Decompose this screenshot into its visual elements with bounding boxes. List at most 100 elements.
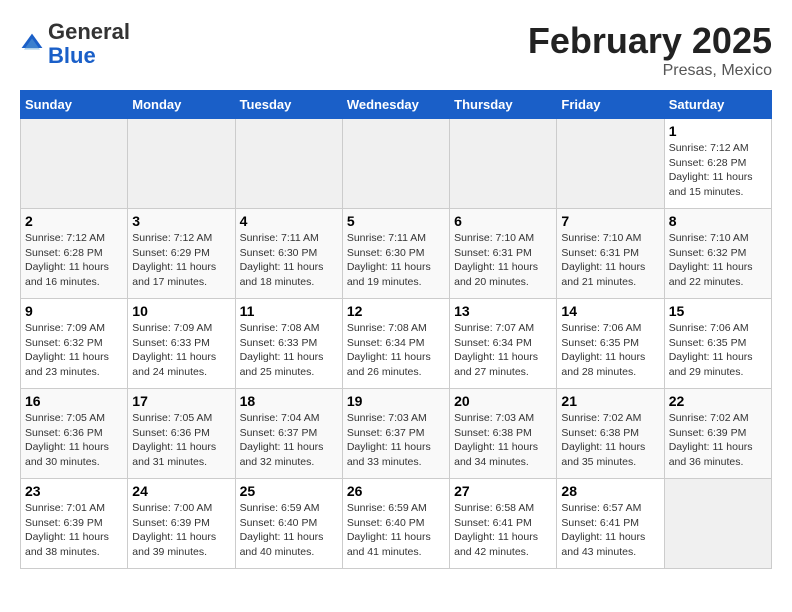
day-cell: 11 Sunrise: 7:08 AM Sunset: 6:33 PM Dayli… (235, 299, 342, 389)
page-header: General Blue February 2025 Presas, Mexic… (20, 20, 772, 80)
col-header-saturday: Saturday (664, 91, 771, 119)
title-block: February 2025 Presas, Mexico (528, 20, 772, 80)
day-cell: 22 Sunrise: 7:02 AM Sunset: 6:39 PM Dayli… (664, 389, 771, 479)
day-cell: 13 Sunrise: 7:07 AM Sunset: 6:34 PM Dayli… (450, 299, 557, 389)
week-row-1: 1 Sunrise: 7:12 AM Sunset: 6:28 PM Daylig… (21, 119, 772, 209)
day-info: Sunrise: 7:02 AM Sunset: 6:38 PM Dayligh… (561, 411, 659, 470)
day-number: 20 (454, 393, 552, 409)
day-cell: 24 Sunrise: 7:00 AM Sunset: 6:39 PM Dayli… (128, 479, 235, 569)
day-info: Sunrise: 7:00 AM Sunset: 6:39 PM Dayligh… (132, 501, 230, 560)
day-cell (235, 119, 342, 209)
day-cell: 26 Sunrise: 6:59 AM Sunset: 6:40 PM Dayli… (342, 479, 449, 569)
day-cell: 12 Sunrise: 7:08 AM Sunset: 6:34 PM Dayli… (342, 299, 449, 389)
day-number: 3 (132, 213, 230, 229)
day-info: Sunrise: 7:09 AM Sunset: 6:33 PM Dayligh… (132, 321, 230, 380)
day-number: 12 (347, 303, 445, 319)
day-info: Sunrise: 7:05 AM Sunset: 6:36 PM Dayligh… (132, 411, 230, 470)
day-info: Sunrise: 7:02 AM Sunset: 6:39 PM Dayligh… (669, 411, 767, 470)
day-info: Sunrise: 7:10 AM Sunset: 6:31 PM Dayligh… (454, 231, 552, 290)
day-number: 28 (561, 483, 659, 499)
day-cell (342, 119, 449, 209)
week-row-3: 9Sunrise: 7:09 AM Sunset: 6:32 PM Daylig… (21, 299, 772, 389)
day-cell (664, 479, 771, 569)
day-cell: 8 Sunrise: 7:10 AM Sunset: 6:32 PM Daylig… (664, 209, 771, 299)
day-number: 1 (669, 123, 767, 139)
day-number: 26 (347, 483, 445, 499)
day-info: Sunrise: 7:06 AM Sunset: 6:35 PM Dayligh… (561, 321, 659, 380)
day-number: 10 (132, 303, 230, 319)
day-info: Sunrise: 7:08 AM Sunset: 6:33 PM Dayligh… (240, 321, 338, 380)
day-cell: 28Sunrise: 6:57 AM Sunset: 6:41 PM Dayli… (557, 479, 664, 569)
calendar-subtitle: Presas, Mexico (528, 62, 772, 80)
day-cell: 25Sunrise: 6:59 AM Sunset: 6:40 PM Dayli… (235, 479, 342, 569)
day-number: 11 (240, 303, 338, 319)
col-header-wednesday: Wednesday (342, 91, 449, 119)
col-header-tuesday: Tuesday (235, 91, 342, 119)
day-cell: 1 Sunrise: 7:12 AM Sunset: 6:28 PM Daylig… (664, 119, 771, 209)
day-cell: 10 Sunrise: 7:09 AM Sunset: 6:33 PM Dayli… (128, 299, 235, 389)
day-cell: 4Sunrise: 7:11 AM Sunset: 6:30 PM Daylig… (235, 209, 342, 299)
day-info: Sunrise: 6:59 AM Sunset: 6:40 PM Dayligh… (347, 501, 445, 560)
day-info: Sunrise: 7:03 AM Sunset: 6:38 PM Dayligh… (454, 411, 552, 470)
day-cell: 15 Sunrise: 7:06 AM Sunset: 6:35 PM Dayli… (664, 299, 771, 389)
calendar-title: February 2025 (528, 20, 772, 62)
day-info: Sunrise: 7:04 AM Sunset: 6:37 PM Dayligh… (240, 411, 338, 470)
day-info: Sunrise: 7:06 AM Sunset: 6:35 PM Dayligh… (669, 321, 767, 380)
day-cell (21, 119, 128, 209)
day-info: Sunrise: 7:05 AM Sunset: 6:36 PM Dayligh… (25, 411, 123, 470)
day-number: 14 (561, 303, 659, 319)
day-cell: 21 Sunrise: 7:02 AM Sunset: 6:38 PM Dayli… (557, 389, 664, 479)
day-cell: 27Sunrise: 6:58 AM Sunset: 6:41 PM Dayli… (450, 479, 557, 569)
day-info: Sunrise: 7:01 AM Sunset: 6:39 PM Dayligh… (25, 501, 123, 560)
day-number: 7 (561, 213, 659, 229)
col-header-sunday: Sunday (21, 91, 128, 119)
day-number: 8 (669, 213, 767, 229)
day-cell (557, 119, 664, 209)
week-row-4: 16 Sunrise: 7:05 AM Sunset: 6:36 PM Dayli… (21, 389, 772, 479)
day-cell: 17 Sunrise: 7:05 AM Sunset: 6:36 PM Dayli… (128, 389, 235, 479)
day-cell (450, 119, 557, 209)
day-number: 4 (240, 213, 338, 229)
day-number: 22 (669, 393, 767, 409)
logo-icon (20, 32, 44, 56)
day-info: Sunrise: 7:11 AM Sunset: 6:30 PM Dayligh… (347, 231, 445, 290)
day-info: Sunrise: 6:59 AM Sunset: 6:40 PM Dayligh… (240, 501, 338, 560)
logo-general: General (48, 19, 130, 44)
col-header-thursday: Thursday (450, 91, 557, 119)
day-info: Sunrise: 7:12 AM Sunset: 6:28 PM Dayligh… (25, 231, 123, 290)
logo-text: General Blue (48, 20, 130, 68)
day-info: Sunrise: 7:12 AM Sunset: 6:28 PM Dayligh… (669, 141, 767, 200)
day-cell: 20 Sunrise: 7:03 AM Sunset: 6:38 PM Dayli… (450, 389, 557, 479)
day-info: Sunrise: 7:10 AM Sunset: 6:32 PM Dayligh… (669, 231, 767, 290)
logo: General Blue (20, 20, 130, 68)
logo-blue: Blue (48, 43, 96, 68)
day-number: 17 (132, 393, 230, 409)
day-info: Sunrise: 7:10 AM Sunset: 6:31 PM Dayligh… (561, 231, 659, 290)
day-number: 6 (454, 213, 552, 229)
day-number: 21 (561, 393, 659, 409)
day-cell: 6 Sunrise: 7:10 AM Sunset: 6:31 PM Daylig… (450, 209, 557, 299)
day-cell: 2 Sunrise: 7:12 AM Sunset: 6:28 PM Daylig… (21, 209, 128, 299)
day-info: Sunrise: 7:07 AM Sunset: 6:34 PM Dayligh… (454, 321, 552, 380)
day-info: Sunrise: 7:08 AM Sunset: 6:34 PM Dayligh… (347, 321, 445, 380)
day-number: 18 (240, 393, 338, 409)
day-info: Sunrise: 6:58 AM Sunset: 6:41 PM Dayligh… (454, 501, 552, 560)
day-cell: 23Sunrise: 7:01 AM Sunset: 6:39 PM Dayli… (21, 479, 128, 569)
day-number: 19 (347, 393, 445, 409)
day-cell: 7 Sunrise: 7:10 AM Sunset: 6:31 PM Daylig… (557, 209, 664, 299)
day-cell (128, 119, 235, 209)
col-header-monday: Monday (128, 91, 235, 119)
calendar-table: SundayMondayTuesdayWednesdayThursdayFrid… (20, 90, 772, 569)
day-number: 16 (25, 393, 123, 409)
day-cell: 9Sunrise: 7:09 AM Sunset: 6:32 PM Daylig… (21, 299, 128, 389)
day-number: 9 (25, 303, 123, 319)
day-number: 15 (669, 303, 767, 319)
day-number: 13 (454, 303, 552, 319)
col-header-friday: Friday (557, 91, 664, 119)
day-cell: 19Sunrise: 7:03 AM Sunset: 6:37 PM Dayli… (342, 389, 449, 479)
week-row-5: 23Sunrise: 7:01 AM Sunset: 6:39 PM Dayli… (21, 479, 772, 569)
day-cell: 14 Sunrise: 7:06 AM Sunset: 6:35 PM Dayli… (557, 299, 664, 389)
day-number: 2 (25, 213, 123, 229)
day-number: 24 (132, 483, 230, 499)
day-cell: 18 Sunrise: 7:04 AM Sunset: 6:37 PM Dayli… (235, 389, 342, 479)
